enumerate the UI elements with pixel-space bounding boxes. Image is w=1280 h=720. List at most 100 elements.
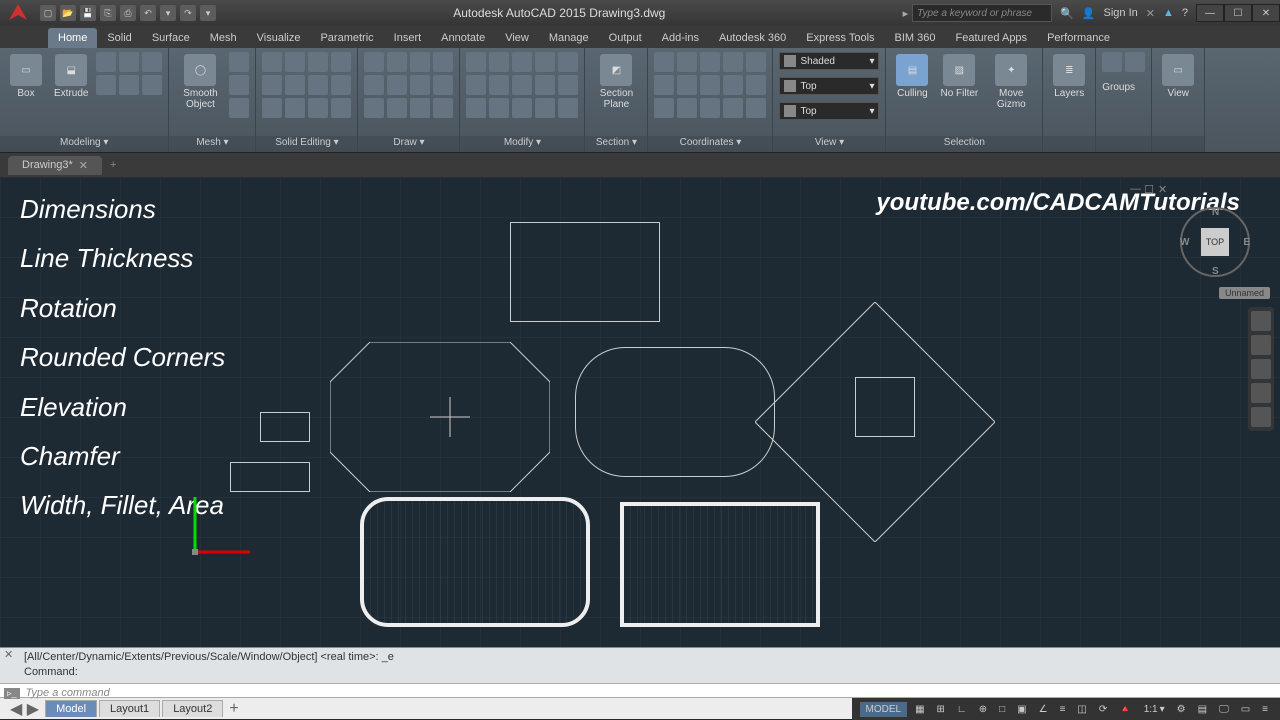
qat-dropdown-icon[interactable]: ▾: [160, 5, 176, 21]
solidedit-tool[interactable]: [331, 52, 351, 72]
coord-tool[interactable]: [677, 98, 697, 118]
modify-tool[interactable]: [489, 98, 509, 118]
showmotion-icon[interactable]: [1251, 407, 1271, 427]
viewcube-face-top[interactable]: TOP: [1201, 228, 1229, 256]
status-monitor-icon[interactable]: 🖵: [1215, 704, 1233, 715]
coord-tool[interactable]: [700, 52, 720, 72]
qat-redo-icon[interactable]: ↷: [180, 5, 196, 21]
section-plane-button[interactable]: ◩Section Plane: [591, 52, 641, 112]
drawing-tab[interactable]: Drawing3*✕: [8, 156, 102, 175]
mesh-tool[interactable]: [229, 98, 249, 118]
status-model[interactable]: MODEL: [860, 702, 908, 717]
modify-tool[interactable]: [558, 98, 578, 118]
panel-section-label[interactable]: Section ▾: [585, 136, 647, 152]
extrude-button[interactable]: ⬓Extrude: [50, 52, 92, 101]
solidedit-tool[interactable]: [285, 52, 305, 72]
panel-coords-label[interactable]: Coordinates ▾: [648, 136, 772, 152]
qat-saveas-icon[interactable]: ⎘: [100, 5, 116, 21]
maximize-button[interactable]: ☐: [1224, 4, 1252, 22]
modify-tool[interactable]: [489, 52, 509, 72]
draw-tool[interactable]: [410, 75, 430, 95]
draw-tool[interactable]: [410, 98, 430, 118]
steering-wheel-icon[interactable]: [1251, 311, 1271, 331]
draw-tool[interactable]: [387, 52, 407, 72]
visual-style-dropdown[interactable]: Shaded▾: [779, 52, 879, 70]
coord-tool[interactable]: [677, 75, 697, 95]
qat-undo-icon[interactable]: ↶: [140, 5, 156, 21]
qat-new-icon[interactable]: ▢: [40, 5, 56, 21]
infocenter-icon[interactable]: 🔍: [1060, 7, 1074, 20]
draw-tool[interactable]: [433, 75, 453, 95]
app-logo[interactable]: [6, 1, 30, 25]
status-otrack-icon[interactable]: ∠: [1035, 704, 1052, 715]
signin-button[interactable]: Sign In: [1104, 7, 1138, 19]
solidedit-tool[interactable]: [262, 52, 282, 72]
modify-tool[interactable]: [535, 52, 555, 72]
status-ortho-icon[interactable]: ∟: [953, 704, 971, 715]
draw-tool[interactable]: [364, 52, 384, 72]
modeling-tool[interactable]: [96, 75, 116, 95]
modify-tool[interactable]: [466, 52, 486, 72]
view-unnamed-tag[interactable]: Unnamed: [1219, 287, 1270, 299]
coord-tool[interactable]: [654, 52, 674, 72]
groups-tool[interactable]: [1125, 52, 1145, 72]
coord-tool[interactable]: [746, 75, 766, 95]
solidedit-tool[interactable]: [308, 52, 328, 72]
signin-icon[interactable]: 👤: [1082, 7, 1096, 20]
coord-tool[interactable]: [746, 52, 766, 72]
status-polar-icon[interactable]: ⊕: [975, 704, 991, 715]
draw-tool[interactable]: [387, 75, 407, 95]
search-input[interactable]: Type a keyword or phrase: [912, 4, 1052, 22]
solidedit-tool[interactable]: [308, 98, 328, 118]
coord-tool[interactable]: [677, 52, 697, 72]
status-osnap-icon[interactable]: □: [995, 704, 1009, 715]
coord-tool[interactable]: [723, 52, 743, 72]
tab-solid[interactable]: Solid: [97, 28, 141, 48]
layers-button[interactable]: ≣Layers: [1049, 52, 1089, 101]
solidedit-tool[interactable]: [285, 75, 305, 95]
solidedit-tool[interactable]: [331, 98, 351, 118]
tab-surface[interactable]: Surface: [142, 28, 200, 48]
a360-icon[interactable]: ▲: [1163, 7, 1174, 19]
mesh-tool[interactable]: [229, 52, 249, 72]
viewport-minimize-icon[interactable]: —: [1130, 183, 1142, 195]
tab-bim360[interactable]: BIM 360: [885, 28, 946, 48]
modeling-tool[interactable]: [96, 52, 116, 72]
nofilter-button[interactable]: ▨No Filter: [936, 52, 982, 101]
panel-draw-label[interactable]: Draw ▾: [358, 136, 459, 152]
tab-home[interactable]: Home: [48, 28, 97, 48]
modify-tool[interactable]: [512, 98, 532, 118]
layout-tab-model[interactable]: Model: [45, 700, 97, 717]
solidedit-tool[interactable]: [331, 75, 351, 95]
status-custom-icon[interactable]: ≡: [1258, 704, 1272, 715]
tab-annotate[interactable]: Annotate: [431, 28, 495, 48]
movegizmo-button[interactable]: ✦Move Gizmo: [986, 52, 1036, 112]
modify-tool[interactable]: [558, 52, 578, 72]
modify-tool[interactable]: [466, 98, 486, 118]
status-annoscale-icon[interactable]: 🔺: [1115, 704, 1135, 715]
tab-performance[interactable]: Performance: [1037, 28, 1120, 48]
tab-parametric[interactable]: Parametric: [310, 28, 383, 48]
minimize-button[interactable]: —: [1196, 4, 1224, 22]
qat-save-icon[interactable]: 💾: [80, 5, 96, 21]
status-transparency-icon[interactable]: ◫: [1073, 704, 1090, 715]
viewcube[interactable]: TOP N S W E: [1180, 207, 1250, 277]
coord-tool[interactable]: [723, 98, 743, 118]
panel-view-label[interactable]: View ▾: [773, 136, 885, 152]
exchange-icon[interactable]: ✕: [1146, 7, 1155, 20]
status-sc-icon[interactable]: ⟳: [1095, 704, 1111, 715]
draw-tool[interactable]: [410, 52, 430, 72]
draw-tool[interactable]: [364, 75, 384, 95]
viewport-maximize-icon[interactable]: ☐: [1144, 183, 1156, 195]
culling-button[interactable]: ▤Culling: [892, 52, 932, 101]
modeling-tool[interactable]: [142, 52, 162, 72]
tab-visualize[interactable]: Visualize: [247, 28, 311, 48]
modeling-tool[interactable]: [119, 52, 139, 72]
solidedit-tool[interactable]: [262, 98, 282, 118]
tab-addins[interactable]: Add-ins: [652, 28, 709, 48]
help-icon[interactable]: ?: [1182, 7, 1188, 19]
coord-tool[interactable]: [746, 98, 766, 118]
solidedit-tool[interactable]: [262, 75, 282, 95]
coord-tool[interactable]: [700, 75, 720, 95]
close-tab-icon[interactable]: ✕: [79, 159, 88, 172]
